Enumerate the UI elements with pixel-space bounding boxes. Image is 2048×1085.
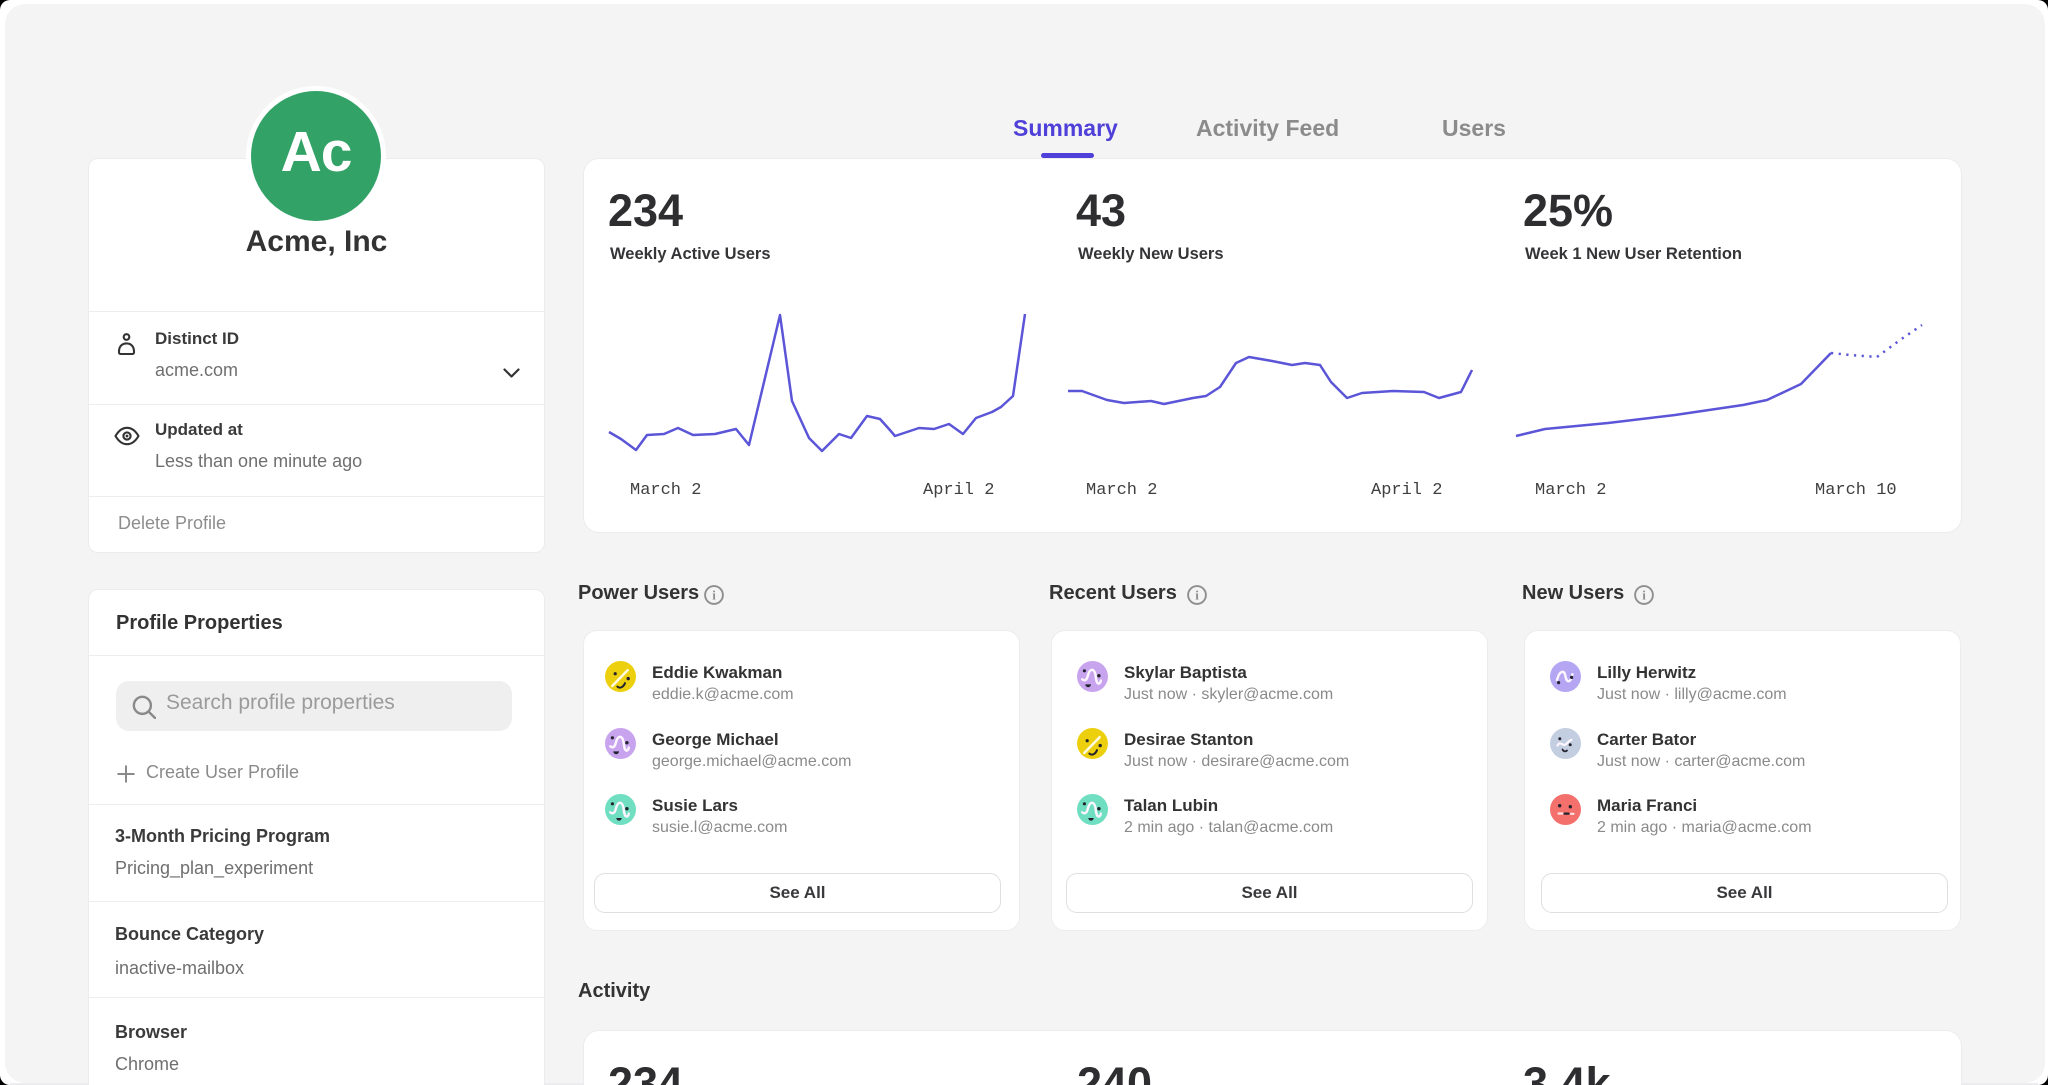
svg-text:i: i <box>712 588 716 603</box>
svg-text:i: i <box>1642 588 1646 603</box>
svg-text:i: i <box>1195 588 1199 603</box>
